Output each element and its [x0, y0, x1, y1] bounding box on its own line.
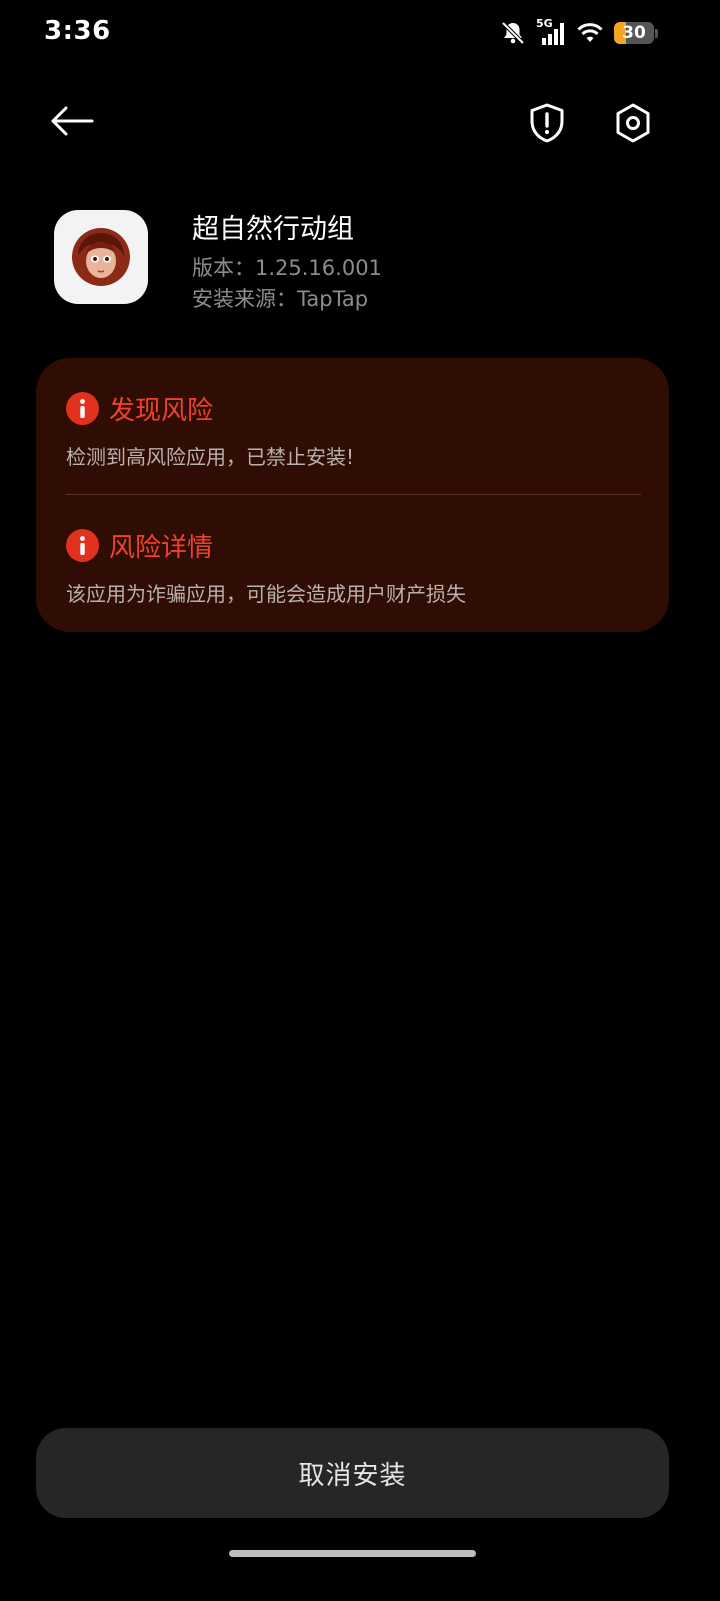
info-alert-icon	[66, 392, 99, 425]
risk-details-header: 风险详情	[66, 527, 646, 564]
risk-details-section: 风险详情 该应用为诈骗应用，可能会造成用户财产损失	[66, 527, 646, 607]
install-blocked-screen: 3:36 5G 30 超自然行动组 版本：1.25.16.001 安装来源：Ta…	[0, 0, 720, 1601]
risk-divider	[66, 494, 641, 495]
info-alert-icon	[66, 529, 99, 562]
app-version: 版本：1.25.16.001	[192, 256, 382, 280]
cancel-install-label: 取消安装	[298, 1460, 407, 1491]
risk-found-text: 检测到高风险应用，已禁止安装!	[66, 445, 355, 469]
hex-gear-icon	[616, 103, 650, 143]
battery-cap	[655, 28, 658, 38]
risk-found-title: 发现风险	[109, 396, 214, 426]
settings-button[interactable]	[608, 98, 658, 148]
app-install-source: 安装来源：TapTap	[192, 287, 369, 311]
cellular-signal: 5G	[536, 17, 566, 46]
app-icon	[54, 210, 148, 304]
app-name: 超自然行动组	[192, 214, 354, 245]
cancel-install-button[interactable]: 取消安装	[36, 1428, 669, 1518]
risk-found-header: 发现风险	[66, 390, 646, 427]
bell-muted-icon	[501, 21, 525, 45]
status-icons: 5G 30	[500, 17, 658, 48]
battery-icon: 30	[614, 22, 654, 44]
security-info-button[interactable]	[522, 98, 572, 148]
risk-details-text: 该应用为诈骗应用，可能会造成用户财产损失	[66, 582, 466, 606]
risk-found-section: 发现风险 检测到高风险应用，已禁止安装!	[66, 390, 646, 470]
signal-bars-icon	[542, 23, 564, 45]
back-button[interactable]	[46, 98, 98, 144]
status-bar: 3:36 5G 30	[0, 0, 720, 66]
risk-details-title: 风险详情	[109, 533, 214, 563]
home-indicator[interactable]	[229, 1550, 476, 1557]
risk-warning-card: 发现风险 检测到高风险应用，已禁止安装! 风险详情 该应用为诈骗应用，可能会造成…	[36, 358, 669, 632]
status-time: 3:36	[44, 16, 111, 46]
arrow-left-icon	[51, 106, 94, 136]
wifi-icon	[577, 23, 603, 42]
battery-level: 30	[622, 23, 646, 43]
battery-indicator: 30	[614, 22, 658, 44]
shield-alert-icon	[530, 103, 564, 143]
character-portrait-icon	[72, 228, 130, 286]
